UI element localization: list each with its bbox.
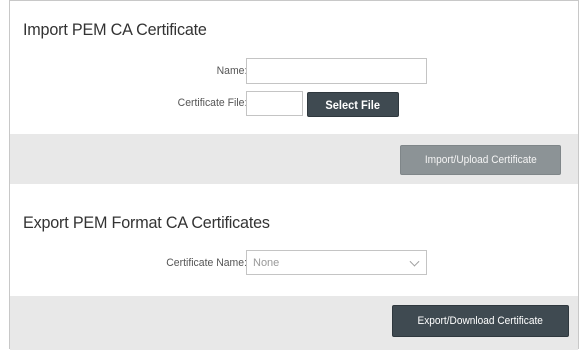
select-file-button[interactable]: Select File: [307, 92, 399, 117]
import-upload-certificate-button-label: Import/Upload Certificate: [424, 154, 537, 166]
certificate-file-label: Certificate File:: [177, 97, 247, 109]
certificate-name-label: Certificate Name:: [166, 257, 247, 269]
import-upload-certificate-button[interactable]: Import/Upload Certificate: [400, 145, 561, 175]
certificate-panel: Import PEM CA Certificate Name: Certific…: [9, 0, 579, 350]
import-action-bar: Import/Upload Certificate: [10, 134, 578, 184]
certificate-file-field[interactable]: [246, 91, 303, 116]
chevron-down-icon: [409, 256, 420, 267]
select-file-button-label: Select File: [325, 97, 381, 112]
certificate-name-select[interactable]: None: [246, 250, 427, 275]
export-download-certificate-button[interactable]: Export/Download Certificate: [392, 305, 569, 337]
import-section-title: Import PEM CA Certificate: [23, 20, 207, 39]
name-label: Name:: [216, 65, 247, 77]
certificate-name-selected-value: None: [253, 256, 280, 269]
export-section-title: Export PEM Format CA Certificates: [23, 213, 270, 232]
name-input[interactable]: [246, 58, 427, 84]
export-action-bar: Export/Download Certificate: [10, 296, 578, 350]
export-download-certificate-button-label: Export/Download Certificate: [417, 315, 544, 327]
